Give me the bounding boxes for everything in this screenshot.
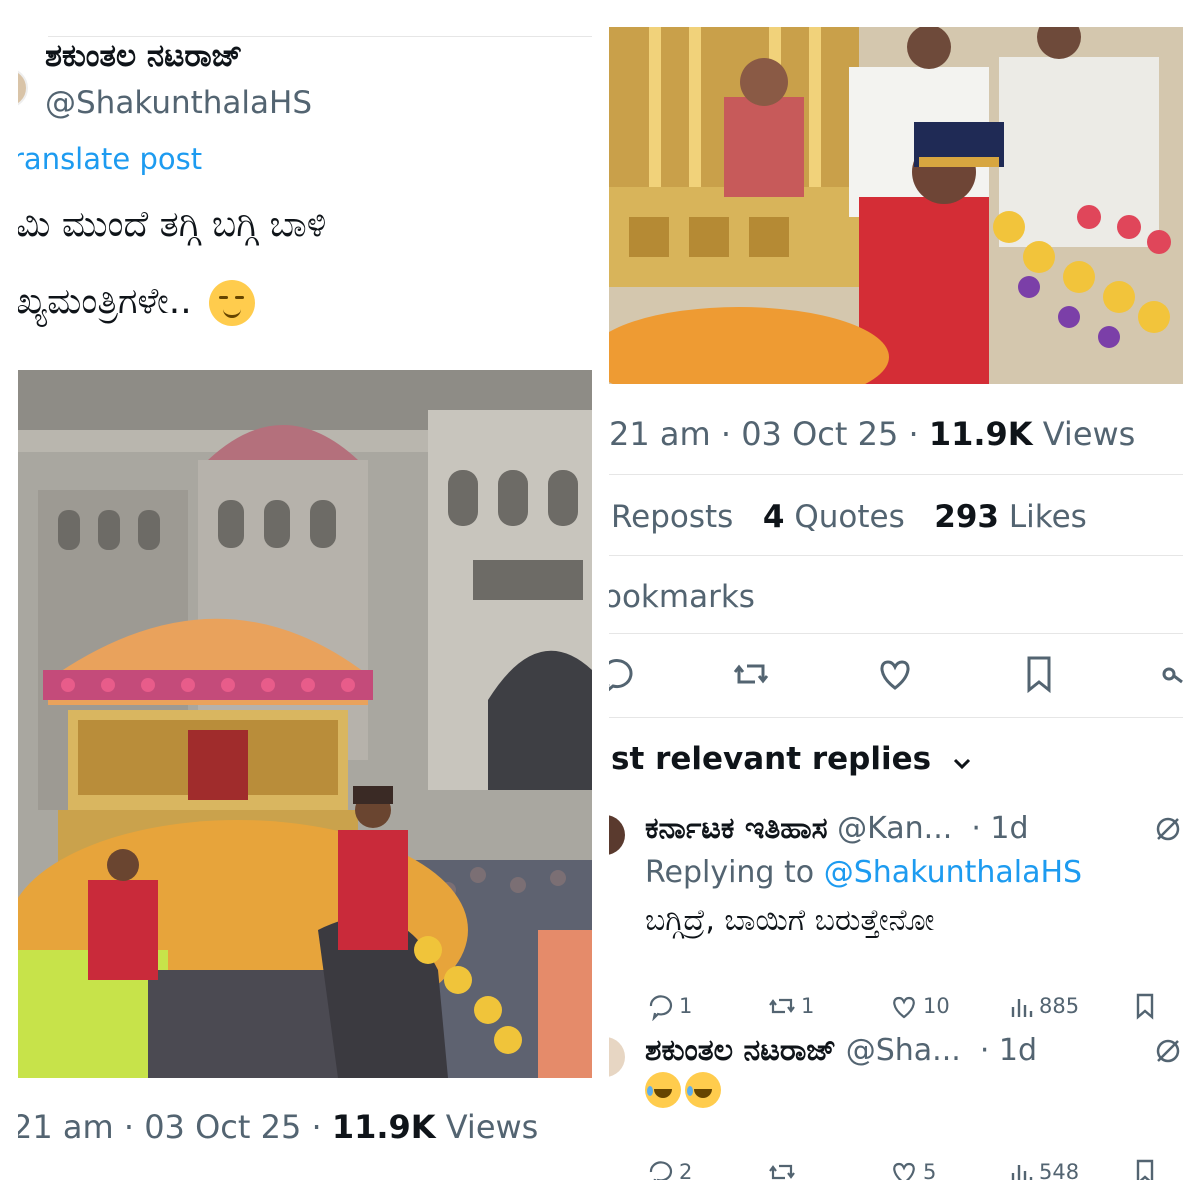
post-date[interactable]: 03 Oct 25 bbox=[741, 415, 898, 453]
post-timestamp: 21 am · 03 Oct 25 · 11.9K Views bbox=[609, 415, 1135, 453]
views-label: Views bbox=[1042, 415, 1136, 453]
reply-item[interactable]: ಕರ್ನಾಟಕ ಇತಿಹಾಸ @Kan... · 1d Replying to … bbox=[609, 805, 1183, 1021]
avatar[interactable] bbox=[609, 1037, 625, 1077]
quotes-label[interactable]: Quotes bbox=[794, 499, 904, 535]
post-text-line: ಖ್ಯಮಂತ್ರಿಗಳೇ.. bbox=[18, 280, 256, 326]
author-handle[interactable]: @ShakunthalaHS bbox=[45, 85, 312, 121]
post-action-bar bbox=[609, 652, 1183, 702]
right-screenshot-panel: 21 am · 03 Oct 25 · 11.9K Views Reposts … bbox=[609, 27, 1183, 1180]
views-count: 11.9K bbox=[928, 415, 1033, 453]
repost-icon[interactable] bbox=[731, 652, 771, 696]
post-text-line: ಮಿ ಮುಂದೆ ತಗ್ಗಿ ಬಗ್ಗಿ ಬಾಳಿ bbox=[18, 204, 327, 245]
reply-author-name[interactable]: ಕರ್ನಾಟಕ ಇತಿಹಾಸ bbox=[645, 811, 828, 846]
replying-to-handle-link[interactable]: @ShakunthalaHS bbox=[824, 855, 1082, 890]
like-action[interactable]: 10 bbox=[889, 991, 950, 1021]
post-text-line-content: ಖ್ಯಮಂತ್ರಿಗಳೇ.. bbox=[18, 281, 192, 322]
divider bbox=[609, 474, 1183, 475]
top-divider bbox=[48, 36, 592, 37]
replying-to-prefix: Replying to bbox=[645, 855, 815, 890]
video-still-palace-procession[interactable] bbox=[18, 370, 592, 1078]
post-timestamp: 21 am · 03 Oct 25 · 11.9K Views bbox=[18, 1108, 538, 1146]
post-date[interactable]: 03 Oct 25 bbox=[144, 1108, 301, 1146]
view-count: 548 bbox=[1039, 1160, 1080, 1180]
bookmarks-stat[interactable]: ookmarks bbox=[609, 579, 755, 615]
reply-time[interactable]: · 1d bbox=[980, 1033, 1037, 1068]
views-label: Views bbox=[445, 1108, 539, 1146]
grok-icon[interactable] bbox=[1154, 815, 1182, 847]
reply-item[interactable]: ಶಕುಂತಲ ನಟರಾಜ್ @Sha... · 1d 2 5 548 bbox=[609, 1027, 1183, 1180]
reply-header: ಕರ್ನಾಟಕ ಇತಿಹಾಸ @Kan... · 1d bbox=[645, 811, 1029, 846]
views-icon bbox=[1011, 1165, 1033, 1180]
author-display-name[interactable]: ಶಕುಂತಲ ನಟರಾಜ್ bbox=[45, 38, 243, 75]
reply-count: 2 bbox=[679, 1160, 693, 1180]
replies-sort-selector[interactable]: st relevant replies bbox=[611, 741, 972, 779]
smirking-face-emoji bbox=[209, 280, 256, 326]
reply-count: 1 bbox=[679, 994, 693, 1018]
replies-sort-label: st relevant replies bbox=[611, 741, 932, 777]
separator: · bbox=[908, 415, 919, 453]
avatar[interactable] bbox=[18, 68, 28, 108]
reply-author-name[interactable]: ಶಕುಂತಲ ನಟರಾಜ್ bbox=[645, 1033, 836, 1068]
reply-time[interactable]: · 1d bbox=[971, 811, 1028, 846]
reply-icon[interactable] bbox=[609, 652, 635, 696]
like-count: 10 bbox=[923, 994, 950, 1018]
repost-icon bbox=[769, 1164, 795, 1180]
likes-count[interactable]: 293 bbox=[934, 499, 999, 535]
post-time[interactable]: 21 am bbox=[18, 1108, 114, 1146]
bookmark-icon[interactable] bbox=[1131, 1157, 1159, 1180]
share-icon[interactable] bbox=[1157, 652, 1183, 696]
separator: · bbox=[720, 415, 732, 453]
repost-action[interactable]: 1 bbox=[767, 991, 814, 1021]
reply-action-bar: 2 5 548 bbox=[645, 1157, 1175, 1180]
translate-post-link[interactable]: ranslate post bbox=[18, 142, 202, 176]
post-time[interactable]: 21 am bbox=[609, 415, 711, 453]
view-count: 885 bbox=[1039, 994, 1080, 1018]
divider bbox=[609, 555, 1183, 556]
video-still-ceremony[interactable] bbox=[609, 27, 1183, 384]
reply-action[interactable]: 2 bbox=[645, 1157, 692, 1180]
reply-icon bbox=[649, 1161, 673, 1180]
laughing-tears-emoji bbox=[645, 1071, 681, 1108]
chevron-down-icon bbox=[952, 743, 972, 779]
views-action[interactable]: 548 bbox=[1009, 1157, 1079, 1180]
reply-author-handle[interactable]: @Kan... bbox=[837, 811, 952, 846]
separator: · bbox=[311, 1108, 322, 1146]
like-icon bbox=[893, 996, 915, 1019]
quotes-count[interactable]: 4 bbox=[763, 499, 785, 535]
views-count: 11.9K bbox=[331, 1108, 436, 1146]
reposts-stat[interactable]: Reposts bbox=[611, 499, 733, 535]
reply-header: ಶಕುಂತಲ ನಟರಾಜ್ @Sha... · 1d bbox=[645, 1033, 1037, 1068]
reply-action[interactable]: 1 bbox=[645, 991, 692, 1021]
engagement-stats: Reposts 4 Quotes 293 Likes bbox=[611, 499, 1087, 535]
reply-action-bar: 1 1 10 885 bbox=[645, 991, 1175, 1025]
likes-label[interactable]: Likes bbox=[1009, 499, 1087, 535]
replying-to: Replying to @ShakunthalaHS bbox=[645, 855, 1082, 890]
grok-icon[interactable] bbox=[1154, 1037, 1182, 1069]
left-screenshot-panel: ಶಕುಂತಲ ನಟರಾಜ್ @ShakunthalaHS ranslate po… bbox=[18, 18, 592, 1180]
repost-action[interactable] bbox=[767, 1157, 797, 1180]
separator: · bbox=[123, 1108, 135, 1146]
laughing-tears-emoji bbox=[685, 1071, 721, 1108]
like-action[interactable]: 5 bbox=[889, 1157, 936, 1180]
reply-icon bbox=[649, 995, 673, 1021]
repost-icon bbox=[769, 998, 795, 1014]
like-count: 5 bbox=[923, 1160, 937, 1180]
divider bbox=[609, 633, 1183, 634]
bookmark-icon[interactable] bbox=[1019, 652, 1059, 696]
views-icon bbox=[1011, 999, 1033, 1017]
like-icon bbox=[893, 1162, 915, 1180]
reply-text bbox=[645, 1071, 725, 1108]
views-action[interactable]: 885 bbox=[1009, 991, 1079, 1021]
repost-count: 1 bbox=[801, 994, 815, 1018]
avatar[interactable] bbox=[609, 815, 625, 855]
reply-author-handle[interactable]: @Sha... bbox=[846, 1033, 961, 1068]
like-icon[interactable] bbox=[875, 652, 915, 696]
reply-text: ಬಗ್ಗಿದ್ರೆ, ಬಾಯಿಗೆ ಬರುತ್ತೇನೋ bbox=[645, 903, 935, 938]
bookmark-icon[interactable] bbox=[1131, 991, 1159, 1021]
divider bbox=[609, 717, 1183, 718]
